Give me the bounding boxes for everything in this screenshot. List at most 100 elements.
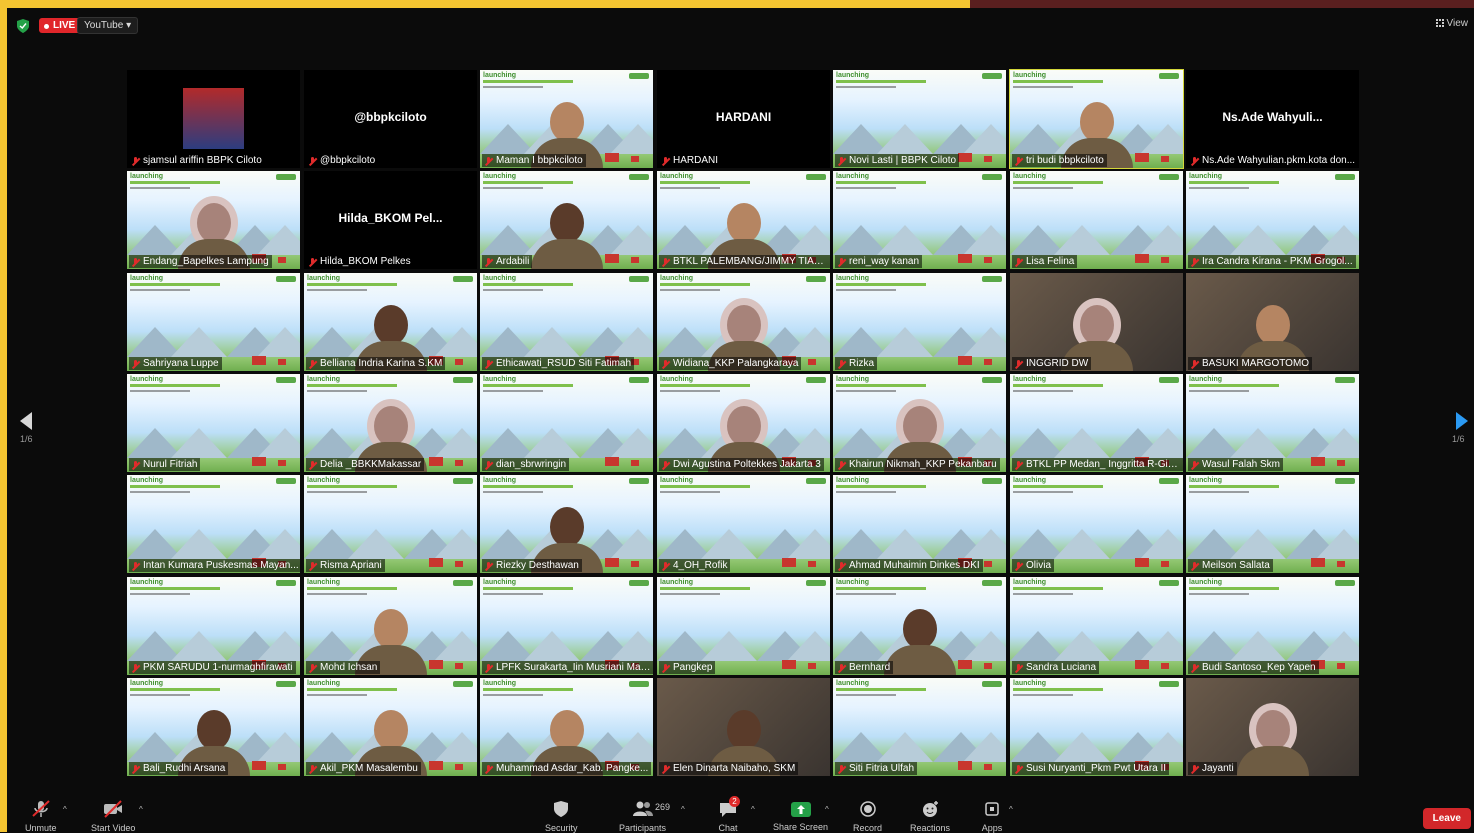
participant-tile[interactable]: launching Olivia — [1010, 475, 1183, 573]
apps-options-caret[interactable]: ^ — [1009, 805, 1013, 814]
slide-caption-bar — [836, 390, 896, 392]
participant-tile[interactable]: launching Sahriyana Luppe — [127, 273, 300, 371]
participant-name-label: Meilson Sallata — [1188, 559, 1273, 572]
record-button[interactable]: Record — [853, 800, 882, 833]
face-shape — [726, 305, 761, 345]
participants-options-caret[interactable]: ^ — [681, 805, 685, 814]
barn-icon — [278, 764, 286, 770]
mic-muted-icon — [1191, 360, 1198, 368]
participant-tile[interactable]: launching Ahmad Muhaimin Dinkes DKI — [833, 475, 1006, 573]
participant-tile[interactable]: Jayanti — [1186, 678, 1359, 776]
participant-tile[interactable]: Ns.Ade Wahyuli... Ns.Ade Wahyulian.pkm.ko… — [1186, 70, 1359, 168]
participant-tile[interactable]: sjamsul ariffin BBPK Ciloto — [127, 70, 300, 168]
leave-button[interactable]: Leave — [1422, 808, 1471, 829]
participant-tile[interactable]: launching Susi Nuryanti_Pkm Pwt Utara II — [1010, 678, 1183, 776]
mic-muted-icon — [1191, 664, 1198, 672]
participant-tile[interactable]: launching Wasul Falah Skm — [1186, 374, 1359, 472]
mountain-shape — [1054, 428, 1110, 458]
participant-tile[interactable]: launching Mohd Ichsan — [304, 577, 477, 675]
participant-tile[interactable]: launching BTKL PP Medan_ Inggritta R-Gint… — [1010, 374, 1183, 472]
mic-muted-icon — [662, 664, 669, 672]
participant-tile[interactable]: launching Bernhard — [833, 577, 1006, 675]
participant-tile[interactable]: launching Nurul Fitriah — [127, 374, 300, 472]
participant-tile[interactable]: launching Riezky Desthawan — [480, 475, 653, 573]
reactions-button[interactable]: Reactions — [910, 800, 950, 833]
participant-tile[interactable]: Elen Dinarta Naibaho, SKM — [657, 678, 830, 776]
participant-tile[interactable]: launching Bali_Rudhi Arsana — [127, 678, 300, 776]
participant-tile[interactable]: launching Risma Apriani — [304, 475, 477, 573]
participant-tile[interactable]: launching Delia _BBKKMakassar — [304, 374, 477, 472]
participant-tile[interactable]: launching Ardabili — [480, 171, 653, 269]
slide-subtitle-bar — [483, 181, 573, 184]
participant-tile[interactable]: INGGRID DW — [1010, 273, 1183, 371]
slide-caption-bar — [1013, 593, 1073, 595]
mountain-shape — [171, 428, 227, 458]
mic-muted-icon — [1191, 562, 1198, 570]
shield-icon[interactable] — [17, 19, 29, 33]
participant-tile[interactable]: launching Sandra Luciana — [1010, 577, 1183, 675]
participant-tile[interactable]: launching Maman I bbpkciloto — [480, 70, 653, 168]
participant-name-label: Risma Apriani — [306, 559, 385, 572]
participant-tile[interactable]: launching Ethicawati_RSUD Siti Fatimah — [480, 273, 653, 371]
participant-tile[interactable]: launching Siti Fitria Ulfah — [833, 678, 1006, 776]
unmute-button[interactable]: Unmute — [25, 800, 57, 833]
participant-tile[interactable]: launching Khairun Nikmah_KKP Pekanbaru — [833, 374, 1006, 472]
start-video-button[interactable]: Start Video — [91, 800, 135, 833]
barn-icon — [984, 764, 992, 770]
audio-options-caret[interactable]: ^ — [63, 805, 67, 814]
logos-icon — [806, 478, 826, 484]
face-shape — [373, 305, 408, 345]
participant-tile[interactable]: launching Ira Candra Kirana - PKM Grogol.… — [1186, 171, 1359, 269]
slide-subtitle-bar — [307, 283, 397, 286]
participant-tile[interactable]: launching Akil_PKM Masalembu — [304, 678, 477, 776]
participant-tile[interactable]: launching Rizka — [833, 273, 1006, 371]
view-button[interactable]: View — [1435, 18, 1468, 29]
participant-tile[interactable]: launching Lisa Felina — [1010, 171, 1183, 269]
participant-tile[interactable]: launching BTKL PALEMBANG/JIMMY TIARLI... — [657, 171, 830, 269]
logos-icon — [276, 580, 296, 586]
participant-tile[interactable]: launching Pangkep — [657, 577, 830, 675]
video-options-caret[interactable]: ^ — [139, 805, 143, 814]
participant-tile[interactable]: launching Dwi Agustina Poltekkes Jakarta … — [657, 374, 830, 472]
participant-tile[interactable]: launching LPFK Surakarta_Iin Musriani Maf… — [480, 577, 653, 675]
chat-button[interactable]: 2 Chat — [717, 796, 740, 833]
mountain-shape — [1140, 529, 1183, 559]
stream-target-dropdown[interactable]: YouTube ▾ — [77, 17, 139, 34]
participant-name-label: Ira Candra Kirana - PKM Grogol... — [1188, 255, 1356, 268]
participant-tile[interactable]: launching dian_sbrwringin — [480, 374, 653, 472]
live-badge[interactable]: LIVE — [39, 18, 82, 33]
slide-title: launching — [483, 477, 517, 484]
apps-button[interactable]: Apps — [981, 800, 1003, 833]
participant-tile[interactable]: launching Intan Kumara Puskesmas Mayan... — [127, 475, 300, 573]
participant-tile[interactable]: launching Belliana Indria Karina S.KM — [304, 273, 477, 371]
participant-tile[interactable]: launching Muhammad Asdar_Kab. Pangke... — [480, 678, 653, 776]
participant-tile[interactable]: @bbpkciloto @bbpkciloto — [304, 70, 477, 168]
mic-muted-icon — [662, 157, 669, 165]
security-button[interactable]: Security — [545, 800, 578, 833]
participant-tile[interactable]: launching Budi Santoso_Kep Yapen — [1186, 577, 1359, 675]
face-shape — [1255, 710, 1290, 750]
participant-tile[interactable]: launching reni_way kanan — [833, 171, 1006, 269]
participant-name: Ahmad Muhaimin Dinkes DKI — [849, 560, 980, 571]
next-page-button[interactable]: 1/6 — [1452, 412, 1468, 444]
face-shape — [549, 203, 584, 243]
participant-tile[interactable]: BASUKI MARGOTOMO — [1186, 273, 1359, 371]
participant-tile[interactable]: launching PKM SARUDU 1-nurmaghfirawati — [127, 577, 300, 675]
meeting-toolbar: Unmute ^ Start Video ^ Security Particip… — [7, 796, 1474, 833]
participant-tile[interactable]: launching tri budi bbpkciloto — [1009, 69, 1184, 169]
share-screen-button[interactable]: Share Screen — [773, 800, 828, 832]
previous-page-button[interactable]: 1/6 — [20, 412, 33, 444]
share-options-caret[interactable]: ^ — [825, 805, 829, 814]
chat-options-caret[interactable]: ^ — [751, 805, 755, 814]
barn-icon — [1311, 457, 1325, 466]
participant-name-label: Pangkep — [659, 661, 716, 674]
participant-tile[interactable]: HARDANI HARDANI — [657, 70, 830, 168]
participant-tile[interactable]: launching 4_OH_Rofik — [657, 475, 830, 573]
mic-muted-icon — [1015, 461, 1022, 469]
participant-tile[interactable]: Hilda_BKOM Pel... Hilda_BKOM Pelkes — [304, 171, 477, 269]
participant-tile[interactable]: launching Widiana_KKP Palangkaraya — [657, 273, 830, 371]
participant-tile[interactable]: launching Novi Lasti | BBPK Ciloto — [833, 70, 1006, 168]
participant-tile[interactable]: launching Endang_Bapelkes Lampung — [127, 171, 300, 269]
participant-tile[interactable]: launching Meilson Sallata — [1186, 475, 1359, 573]
mic-muted-icon — [309, 765, 316, 773]
